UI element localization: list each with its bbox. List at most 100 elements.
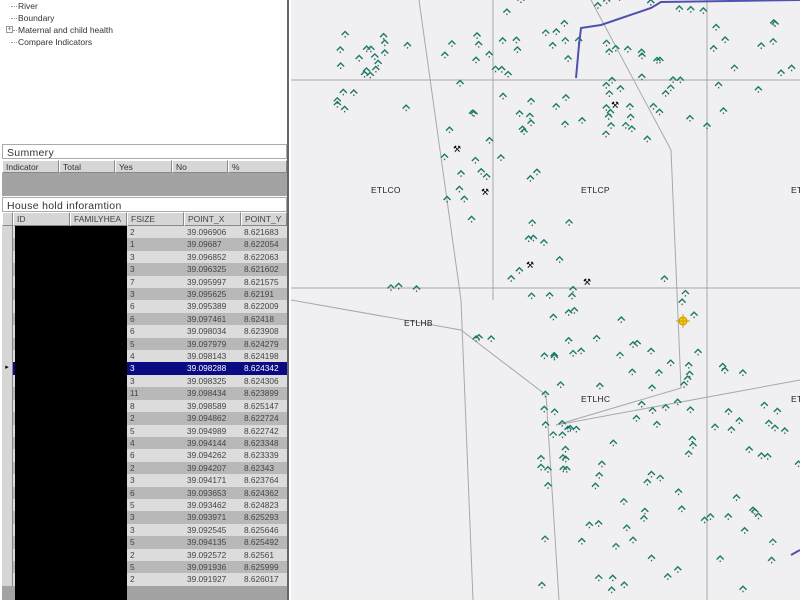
point-y-cell: 8.623908 (244, 326, 279, 337)
house-icon (569, 349, 578, 355)
row-selector[interactable] (2, 325, 13, 338)
house-dot (377, 64, 379, 67)
house-icon (440, 51, 449, 57)
row-selector[interactable] (2, 461, 13, 475)
row-selector[interactable] (2, 300, 13, 313)
col-id[interactable]: ID (13, 212, 70, 226)
map-view[interactable]: ⚒ ⚒ ⚒ ⚒ ⚒ ETLCO ETLCP ET ETLHB ETLHC ET (291, 0, 800, 600)
row-selector[interactable] (2, 387, 13, 400)
row-selector[interactable] (2, 560, 13, 574)
road-line (418, 0, 474, 600)
tree-item-boundary[interactable]: Boundary (18, 13, 54, 24)
col-familyhead[interactable]: FAMILYHEA (70, 212, 127, 226)
house-dot (641, 78, 643, 81)
point-y-cell: 8.62343 (244, 462, 274, 473)
house-dot (566, 471, 568, 473)
house-dot (748, 451, 750, 453)
point-x-cell: 39.09687 (187, 239, 222, 250)
row-selector[interactable] (2, 250, 13, 264)
house-icon (482, 172, 491, 178)
row-selector[interactable] (2, 498, 13, 512)
row-selector[interactable]: ▸ (2, 362, 13, 375)
house-dot (543, 410, 545, 413)
tree-item-maternal-child-health[interactable]: Maternal and child health (18, 25, 113, 36)
house-dot (684, 295, 687, 297)
row-selector[interactable] (2, 263, 13, 276)
row-selector[interactable] (2, 523, 13, 537)
row-selector[interactable] (2, 449, 13, 462)
house-icon (647, 554, 656, 560)
row-selector[interactable] (2, 275, 13, 289)
point-x-cell: 39.098589 (187, 400, 227, 411)
row-selector[interactable] (2, 312, 13, 326)
house-icon (362, 45, 371, 51)
point-x-cell: 39.096906 (187, 227, 227, 237)
col-fsize[interactable]: FSIZE (127, 212, 184, 226)
house-dot (460, 175, 462, 177)
expand-icon[interactable]: + (6, 26, 13, 33)
house-dot (358, 60, 360, 62)
fsize-cell: 3 (130, 375, 135, 386)
point-x-cell: 39.094135 (187, 537, 227, 548)
map-canvas[interactable]: ⚒ ⚒ ⚒ ⚒ ⚒ (291, 0, 800, 600)
point-y-cell: 8.62561 (244, 549, 274, 560)
house-dot (752, 511, 754, 514)
house-dot (619, 90, 622, 92)
row-selector[interactable] (2, 374, 13, 388)
col-percent[interactable]: % (228, 160, 287, 173)
row-selector[interactable] (2, 399, 13, 413)
house-dot (446, 200, 448, 203)
house-icon (661, 89, 670, 95)
house-dot (561, 436, 564, 439)
house-dot (678, 10, 681, 12)
house-icon (652, 420, 661, 426)
house-dot (370, 50, 372, 53)
row-selector[interactable] (2, 238, 13, 251)
road-line (555, 0, 682, 426)
house-dot (742, 590, 744, 593)
row-selector[interactable] (2, 412, 13, 425)
tree-item-river[interactable]: River (18, 1, 38, 12)
water-tap-icon: ⚒ (611, 100, 619, 110)
house-icon (545, 291, 554, 297)
col-yes[interactable]: Yes (115, 160, 172, 173)
house-dot (444, 56, 446, 59)
col-indicator[interactable]: Indicator (2, 160, 59, 173)
row-selector[interactable] (2, 486, 13, 499)
row-selector[interactable] (2, 548, 13, 561)
row-selector[interactable] (2, 288, 13, 301)
house-dot (650, 559, 653, 562)
row-selector[interactable] (2, 573, 13, 586)
house-icon (625, 102, 634, 108)
point-y-cell: 8.625646 (244, 524, 279, 535)
point-y-cell: 8.623339 (244, 450, 279, 461)
row-selector[interactable] (2, 337, 13, 351)
house-icon (502, 8, 511, 14)
row-selector[interactable] (2, 536, 13, 549)
col-point-y[interactable]: POINT_Y (241, 212, 287, 226)
row-selector[interactable] (2, 474, 13, 487)
house-dot (772, 43, 774, 45)
col-no[interactable]: No (172, 160, 228, 173)
col-point-x[interactable]: POINT_X (184, 212, 241, 226)
house-icon (577, 537, 586, 543)
house-icon (572, 425, 581, 431)
water-tap-icon: ⚒ (481, 187, 489, 197)
house-icon (681, 289, 690, 295)
row-selector[interactable] (2, 226, 13, 239)
row-selector[interactable] (2, 350, 13, 363)
household-grid[interactable]: ID FAMILYHEA FSIZE POINT_X POINT_Y 2 39.0… (2, 212, 287, 600)
point-y-cell: 8.621575 (244, 276, 279, 287)
row-selector[interactable] (2, 436, 13, 450)
house-dot (611, 591, 613, 594)
row-selector[interactable] (2, 424, 13, 437)
tree-item-compare-indicators[interactable]: Compare Indicators (18, 37, 92, 48)
row-selector[interactable] (2, 511, 13, 524)
house-dot (730, 431, 733, 434)
point-x-cell: 39.094207 (187, 462, 227, 473)
house-dot (506, 13, 508, 16)
map-label: ETLCO (371, 185, 401, 195)
house-dot (363, 76, 366, 78)
col-total[interactable]: Total (59, 160, 115, 173)
house-dot (501, 71, 503, 73)
